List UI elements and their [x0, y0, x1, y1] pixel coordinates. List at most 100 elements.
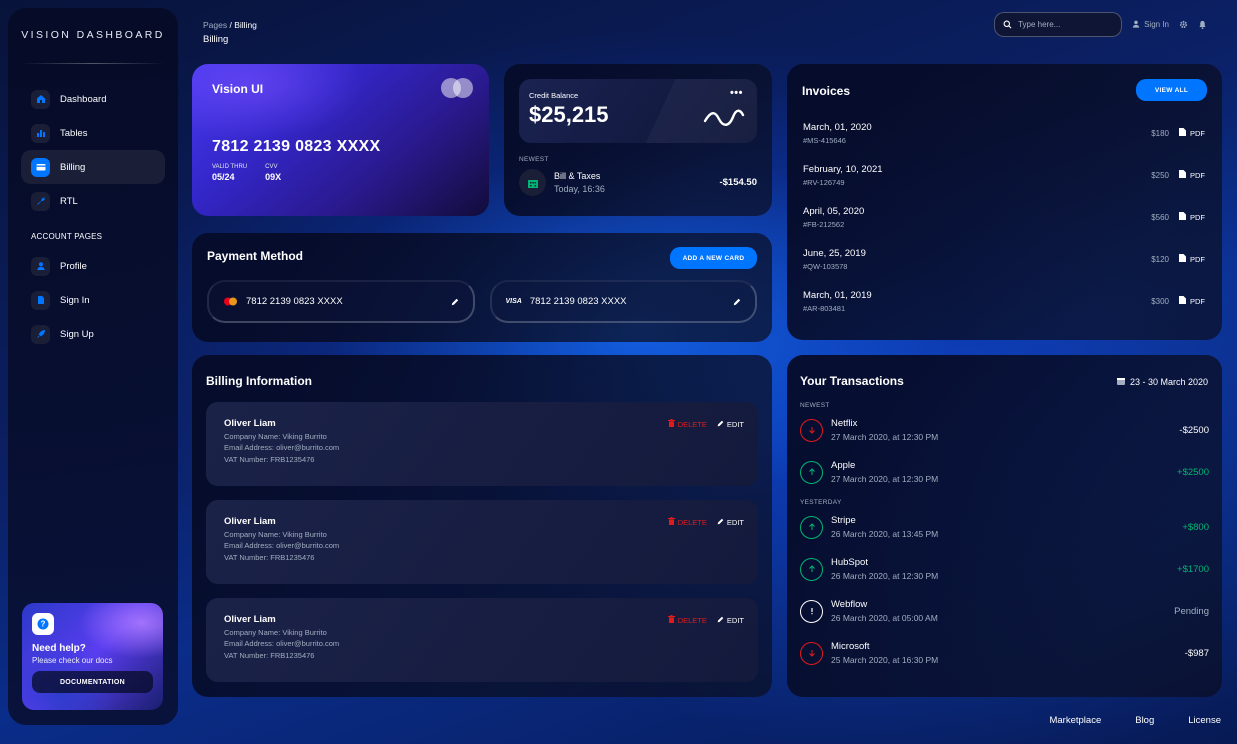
invoice-price: $300 — [1151, 296, 1169, 306]
sidebar: VISION DASHBOARD Dashboard Tables Billin… — [8, 8, 178, 725]
exclamation-icon — [800, 599, 823, 623]
bill-name: Bill & Taxes — [554, 171, 601, 181]
transaction-name: Stripe — [831, 515, 856, 526]
bill-time: Today, 16:36 — [554, 184, 605, 194]
footer-link-blog[interactable]: Blog — [1135, 715, 1154, 726]
wrench-icon — [31, 191, 50, 211]
sidebar-item-profile[interactable]: Profile — [21, 249, 165, 283]
search-input[interactable] — [1018, 20, 1119, 29]
gear-icon[interactable] — [1179, 16, 1188, 34]
delete-label: DELETE — [677, 615, 707, 625]
valid-thru: VALID THRU 05/24 — [212, 164, 247, 182]
invoice-date: June, 25, 2019 — [803, 247, 866, 259]
card-number: 7812 2139 0823 XXXX — [529, 296, 627, 307]
delete-label: DELETE — [677, 517, 707, 527]
billing-vat: VAT Number: FRB1235476 — [224, 552, 315, 562]
pdf-download-button[interactable]: PDF — [1179, 212, 1207, 222]
delete-button[interactable]: DELETE — [667, 517, 707, 527]
arrow-up-icon — [800, 460, 823, 484]
more-options-icon[interactable]: ••• — [730, 87, 743, 99]
transaction-amount: -$2500 — [1179, 424, 1209, 436]
newest-label: NEWEST — [519, 156, 549, 163]
edit-label: EDIT — [726, 419, 744, 429]
billing-vat: VAT Number: FRB1235476 — [224, 454, 315, 464]
footer-link-license[interactable]: License — [1188, 715, 1221, 726]
sidebar-item-rtl[interactable]: RTL — [21, 184, 165, 218]
pdf-label: PDF — [1190, 170, 1205, 180]
pdf-download-button[interactable]: PDF — [1179, 254, 1207, 264]
bell-icon[interactable] — [1198, 16, 1207, 34]
transaction-name: HubSpot — [831, 557, 868, 568]
edit-button[interactable]: EDIT — [717, 419, 744, 429]
billing-information-card: Billing Information Oliver Liam Company … — [192, 355, 772, 697]
top-actions: Sign In — [994, 12, 1207, 37]
section-yesterday: YESTERDAY — [800, 499, 842, 506]
help-card: ? Need help? Please check our docs DOCUM… — [22, 603, 163, 710]
transaction-time: 26 March 2020, at 05:00 AM — [831, 613, 938, 623]
section-newest: NEWEST — [800, 402, 830, 409]
visa-icon: VISA — [505, 298, 522, 305]
invoice-date: March, 01, 2019 — [803, 289, 872, 301]
card-number: 7812 2139 0823 XXXX — [246, 296, 343, 307]
pdf-download-button[interactable]: PDF — [1179, 296, 1207, 306]
cvv-value: 09X — [265, 172, 282, 182]
edit-button[interactable]: EDIT — [717, 517, 744, 527]
invoice-row: March, 01, 2020 #MS-415646 $180 PDF — [802, 112, 1207, 154]
payment-card-mastercard[interactable]: 7812 2139 0823 XXXX — [207, 280, 475, 323]
invoices-card: Invoices VIEW ALL March, 01, 2020 #MS-415… — [787, 64, 1222, 340]
date-range[interactable]: 23 - 30 March 2020 — [1116, 377, 1208, 387]
footer-link-marketplace[interactable]: Marketplace — [1049, 715, 1101, 726]
search-icon — [1003, 16, 1012, 34]
billing-title: Billing Information — [206, 374, 312, 388]
transaction-amount: +$1700 — [1177, 563, 1209, 575]
billing-email: Email Address: oliver@burrito.com — [224, 639, 340, 648]
pdf-download-button[interactable]: PDF — [1179, 128, 1207, 138]
sidebar-item-signin[interactable]: Sign In — [21, 283, 165, 317]
transaction-time: 25 March 2020, at 16:30 PM — [831, 655, 939, 665]
breadcrumb-parent[interactable]: Pages — [203, 20, 227, 30]
transaction-amount: Pending — [1174, 605, 1209, 617]
sidebar-item-tables[interactable]: Tables — [21, 116, 165, 150]
sidebar-item-billing[interactable]: Billing — [21, 150, 165, 184]
sidebar-item-label: Sign In — [60, 294, 90, 306]
brand-logo: VISION DASHBOARD — [21, 29, 165, 41]
file-icon — [1179, 254, 1186, 264]
transaction-row: HubSpot 26 March 2020, at 12:30 PM +$1700 — [800, 548, 1209, 590]
svg-text:?: ? — [41, 620, 46, 629]
cvv-label: CVV — [265, 164, 278, 170]
payment-card-visa[interactable]: VISA 7812 2139 0823 XXXX — [489, 280, 757, 323]
sidebar-item-label: Profile — [60, 260, 87, 272]
sidebar-item-signup[interactable]: Sign Up — [21, 317, 165, 351]
invoice-id: #QW-103578 — [803, 261, 848, 271]
invoice-price: $180 — [1151, 128, 1169, 138]
transaction-time: 26 March 2020, at 12:30 PM — [831, 571, 939, 581]
pdf-download-button[interactable]: PDF — [1179, 170, 1207, 180]
bill-info: Bill & Taxes Today, 16:36 — [554, 171, 605, 194]
billing-email: Email Address: oliver@burrito.com — [224, 541, 340, 550]
edit-button[interactable]: EDIT — [717, 615, 744, 625]
invoice-price: $250 — [1151, 170, 1169, 180]
add-new-card-button[interactable]: ADD A NEW CARD — [670, 247, 757, 269]
arrow-up-icon — [800, 515, 823, 539]
footer-links: Marketplace Blog License — [1049, 715, 1221, 726]
bill-row[interactable]: Bill & Taxes Today, 16:36 -$154.50 — [519, 169, 757, 196]
billing-name: Oliver Liam — [224, 614, 276, 625]
delete-button[interactable]: DELETE — [667, 419, 707, 429]
card-meta: VALID THRU 05/24 CVV 09X — [212, 164, 469, 182]
transaction-name: Netflix — [831, 418, 858, 429]
pencil-icon[interactable] — [733, 293, 741, 311]
trash-icon — [667, 615, 675, 625]
pdf-label: PDF — [1190, 296, 1205, 306]
sidebar-item-label: Dashboard — [60, 93, 107, 105]
sidebar-item-dashboard[interactable]: Dashboard — [21, 82, 165, 116]
delete-button[interactable]: DELETE — [667, 615, 707, 625]
signin-link[interactable]: Sign In — [1132, 20, 1169, 30]
valid-thru-label: VALID THRU — [212, 164, 248, 170]
pencil-icon[interactable] — [451, 293, 459, 311]
view-all-button[interactable]: VIEW ALL — [1136, 79, 1207, 101]
transaction-time: 26 March 2020, at 13:45 PM — [831, 529, 939, 539]
transaction-name: Microsoft — [831, 641, 870, 652]
delete-label: DELETE — [677, 419, 707, 429]
documentation-button[interactable]: DOCUMENTATION — [32, 671, 153, 693]
search-box[interactable] — [994, 12, 1123, 37]
